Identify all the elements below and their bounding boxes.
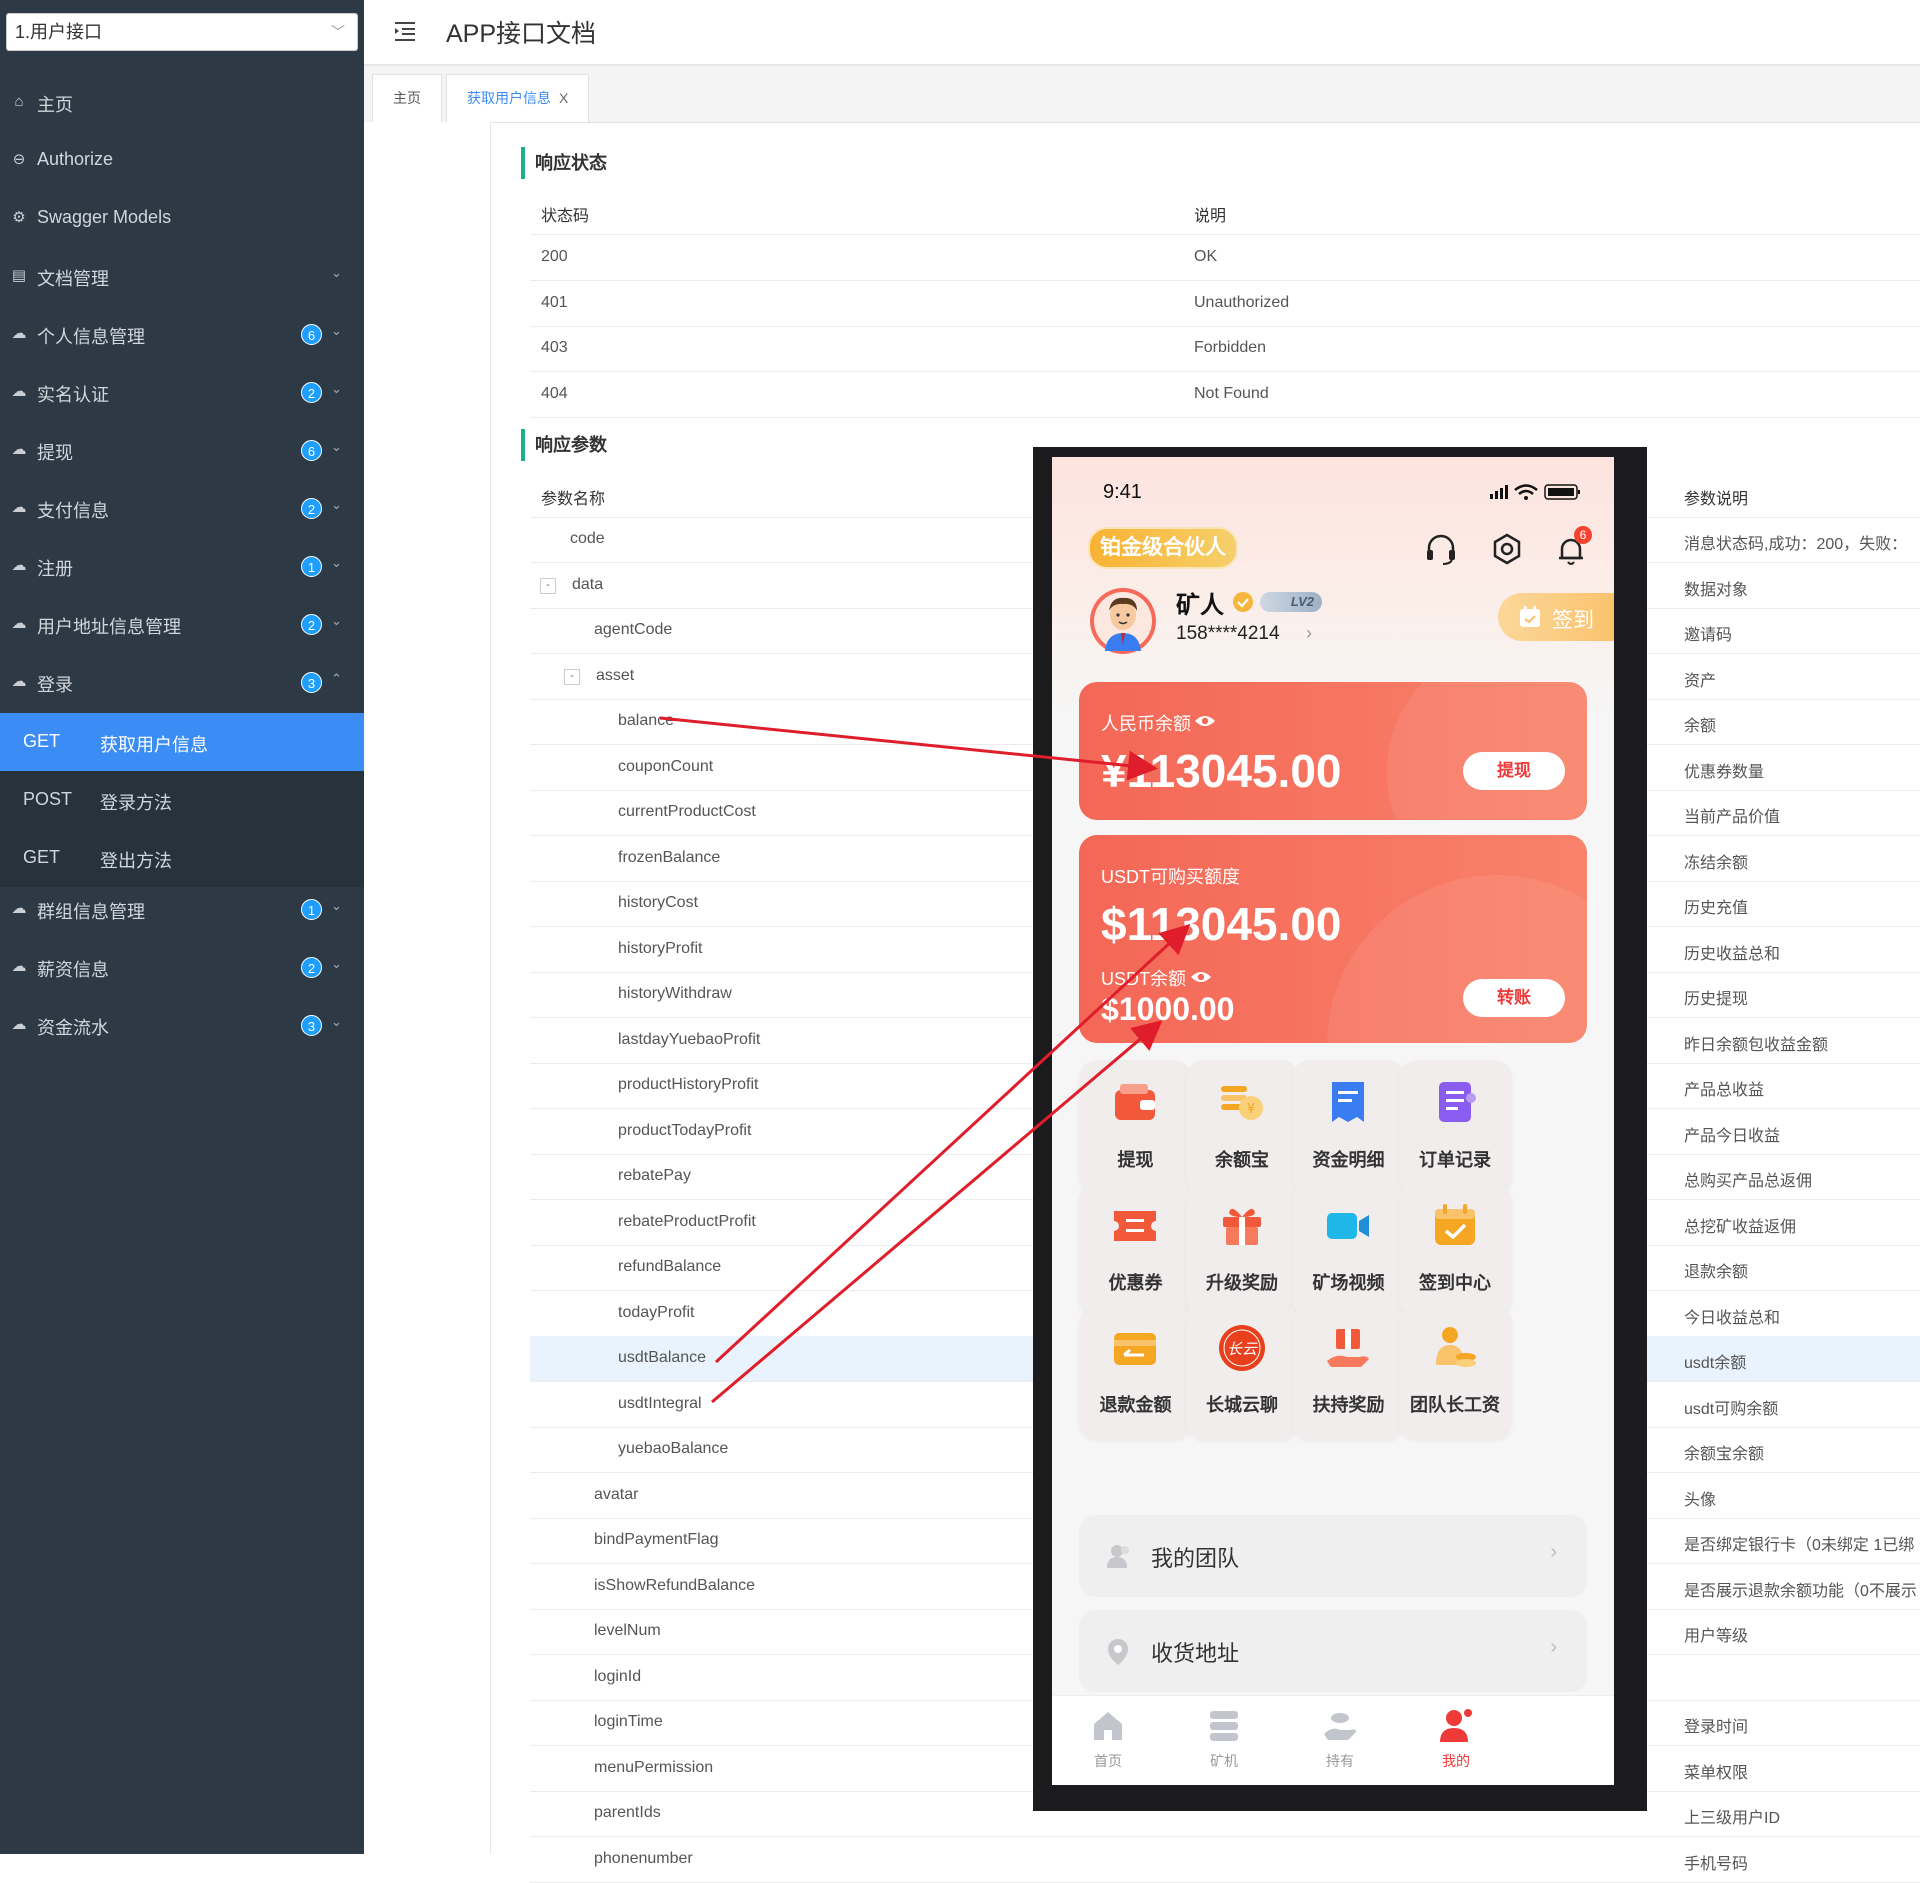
annotation-arrows — [659, 716, 1191, 1404]
arrow-balance — [659, 716, 1158, 781]
arrow-usdt-integral — [711, 1020, 1163, 1404]
arrow-usdt-balance — [714, 923, 1191, 1364]
